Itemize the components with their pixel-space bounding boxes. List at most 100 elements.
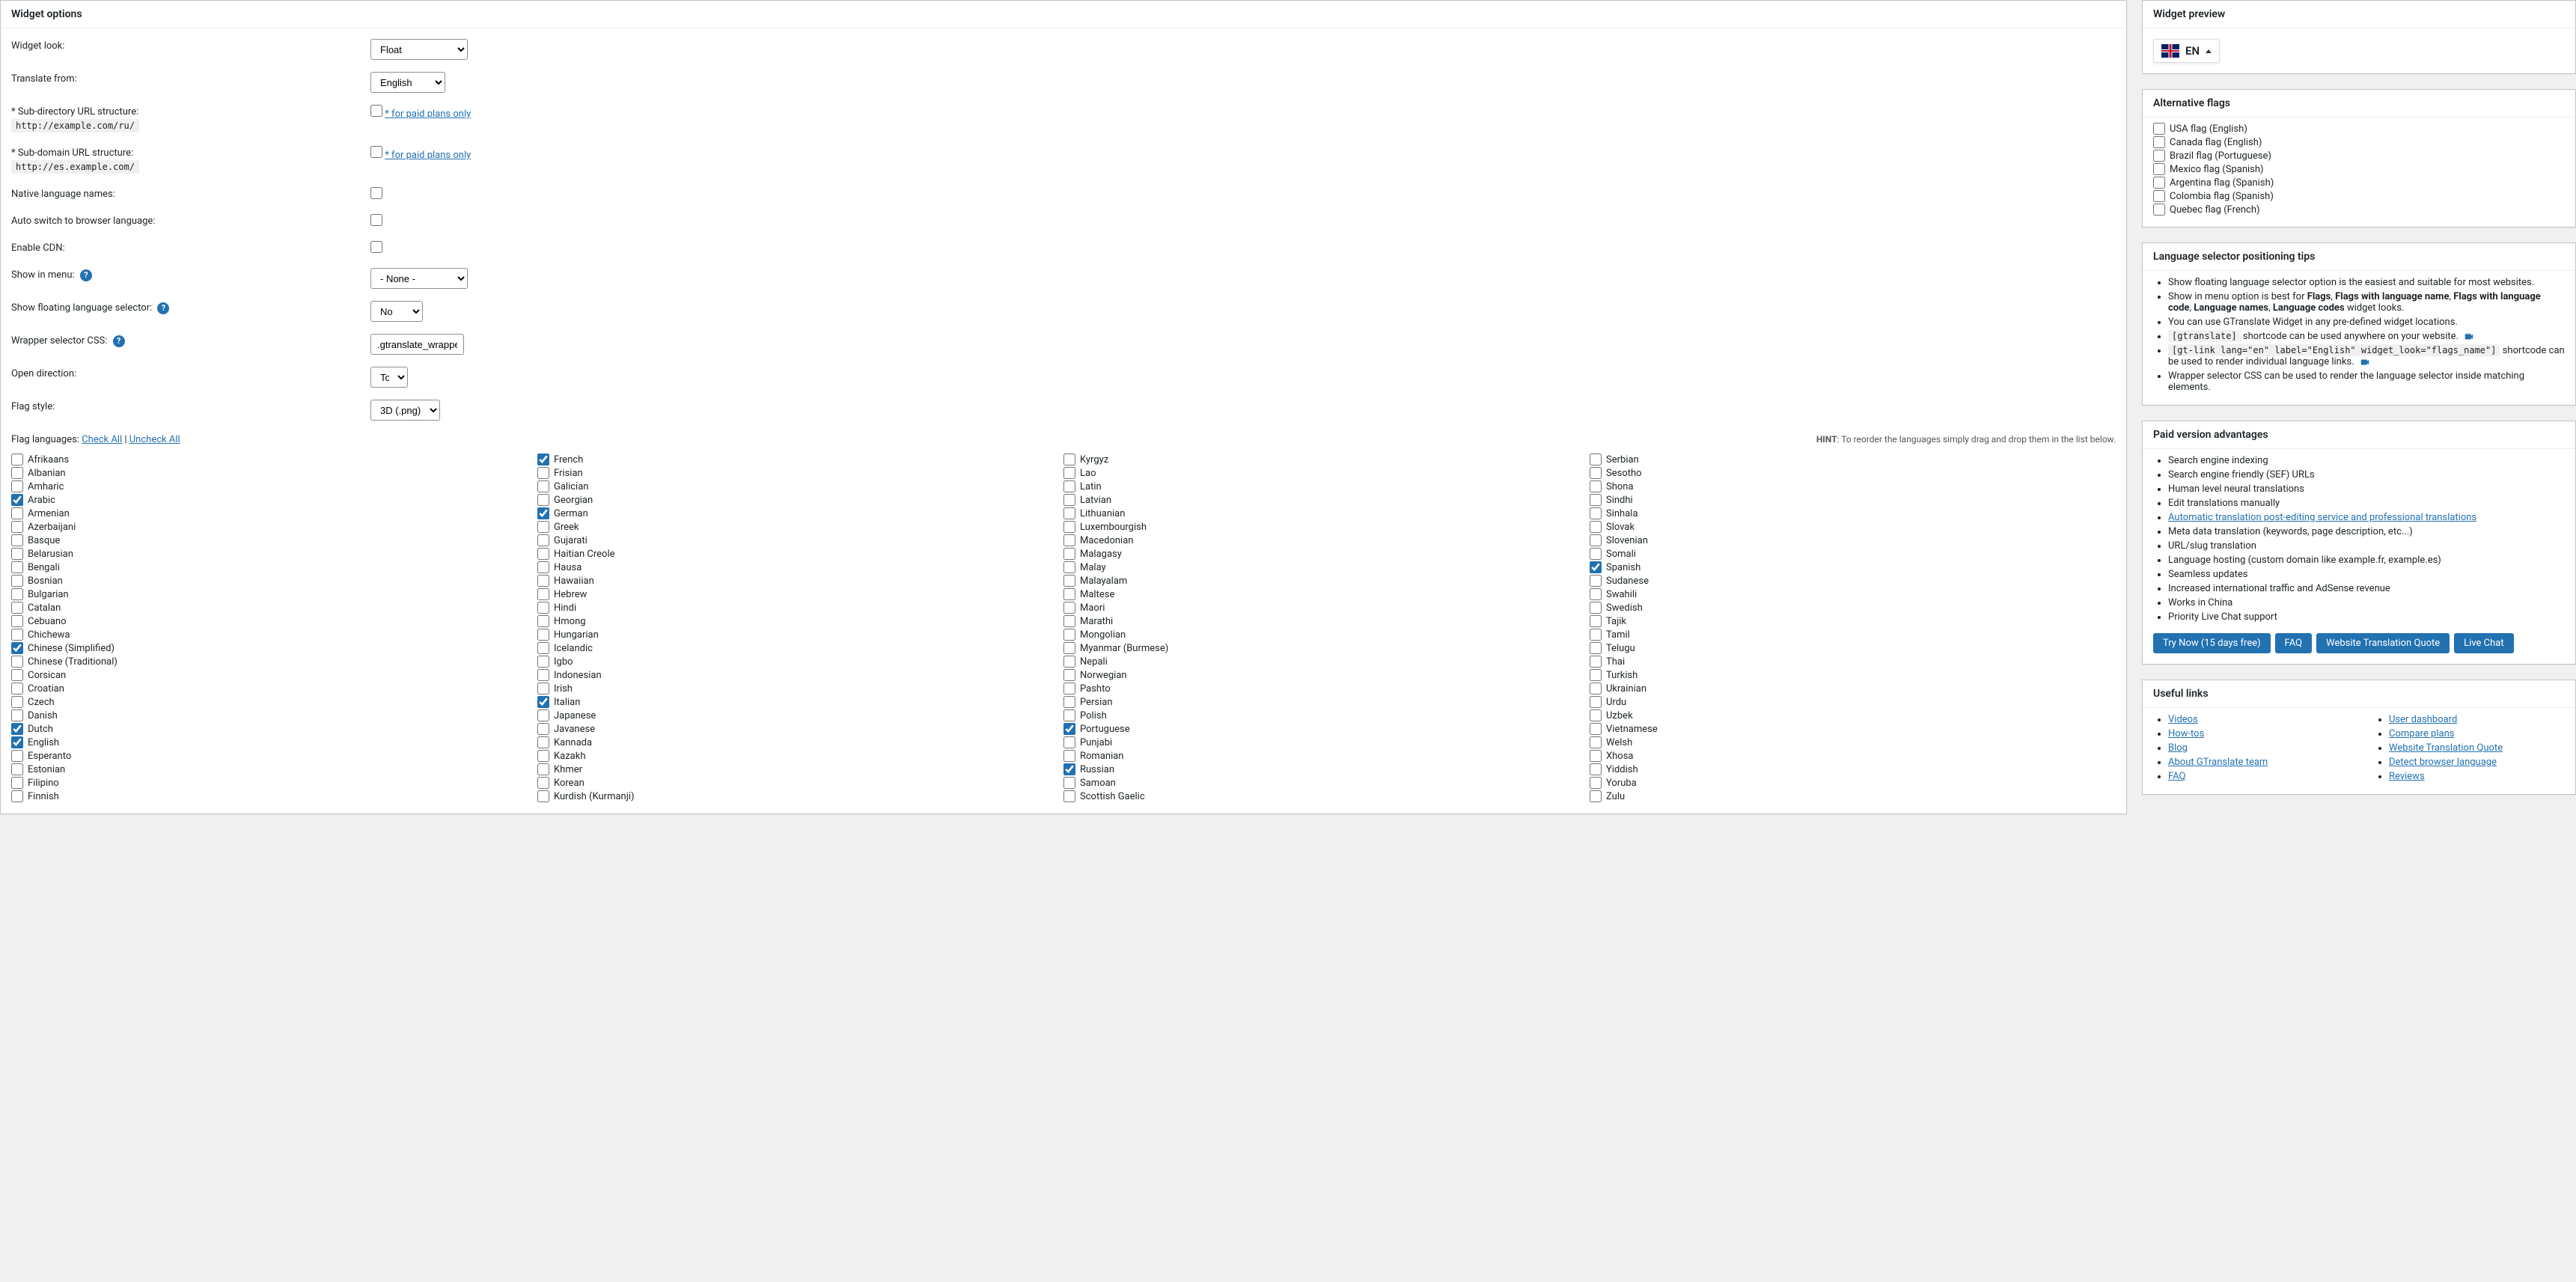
language-checkbox[interactable] <box>1063 561 1075 573</box>
language-item[interactable]: Galician <box>537 480 1063 493</box>
language-item[interactable]: English <box>11 736 537 749</box>
language-item[interactable]: Myanmar (Burmese) <box>1063 641 1590 655</box>
language-checkbox[interactable] <box>537 615 549 627</box>
language-item[interactable]: Hausa <box>537 561 1063 574</box>
language-item[interactable]: Gujarati <box>537 534 1063 547</box>
language-item[interactable]: Welsh <box>1590 736 2116 749</box>
language-checkbox[interactable] <box>1063 642 1075 654</box>
language-checkbox[interactable] <box>11 763 23 775</box>
language-checkbox[interactable] <box>1063 615 1075 627</box>
language-checkbox[interactable] <box>1063 588 1075 600</box>
help-icon[interactable]: ? <box>113 335 125 347</box>
subdomain-url-checkbox[interactable] <box>370 146 382 158</box>
language-item[interactable]: Belarusian <box>11 547 537 561</box>
language-checkbox[interactable] <box>11 548 23 560</box>
language-item[interactable]: Spanish <box>1590 561 2116 574</box>
language-item[interactable]: Croatian <box>11 682 537 695</box>
alt-flag-checkbox[interactable] <box>2153 190 2165 202</box>
language-checkbox[interactable] <box>1590 467 1602 479</box>
help-icon[interactable]: ? <box>157 302 169 314</box>
language-checkbox[interactable] <box>537 602 549 614</box>
language-checkbox[interactable] <box>11 521 23 533</box>
help-icon[interactable]: ? <box>80 269 92 281</box>
translate-from-select[interactable]: English <box>370 72 445 93</box>
language-checkbox[interactable] <box>11 669 23 681</box>
language-item[interactable]: Malagasy <box>1063 547 1590 561</box>
language-checkbox[interactable] <box>1063 777 1075 789</box>
subdomain-paid-link[interactable]: * for paid plans only <box>385 150 471 161</box>
language-checkbox[interactable] <box>537 575 549 587</box>
alt-flag-item[interactable]: Colombia flag (Spanish) <box>2153 189 2565 203</box>
language-checkbox[interactable] <box>1063 467 1075 479</box>
language-checkbox[interactable] <box>11 629 23 641</box>
language-item[interactable]: Malay <box>1063 561 1590 574</box>
language-item[interactable]: Zulu <box>1590 790 2116 803</box>
alt-flag-item[interactable]: Canada flag (English) <box>2153 135 2565 149</box>
language-item[interactable]: Marathi <box>1063 614 1590 628</box>
language-item[interactable]: Punjabi <box>1063 736 1590 749</box>
language-item[interactable]: Hmong <box>537 614 1063 628</box>
language-checkbox[interactable] <box>11 494 23 506</box>
useful-link[interactable]: Blog <box>2168 742 2188 754</box>
language-item[interactable]: Lao <box>1063 466 1590 480</box>
action-button[interactable]: Website Translation Quote <box>2316 633 2450 653</box>
language-item[interactable]: Igbo <box>537 655 1063 668</box>
useful-link[interactable]: About GTranslate team <box>2168 757 2268 768</box>
language-item[interactable]: Samoan <box>1063 776 1590 790</box>
language-item[interactable]: Latin <box>1063 480 1590 493</box>
uncheck-all-link[interactable]: Uncheck All <box>129 434 180 445</box>
language-checkbox[interactable] <box>537 723 549 735</box>
language-item[interactable]: Macedonian <box>1063 534 1590 547</box>
language-checkbox[interactable] <box>1590 656 1602 668</box>
language-checkbox[interactable] <box>1590 629 1602 641</box>
language-checkbox[interactable] <box>537 709 549 721</box>
native-names-checkbox[interactable] <box>370 187 382 199</box>
language-item[interactable]: Swedish <box>1590 601 2116 614</box>
language-checkbox[interactable] <box>11 602 23 614</box>
language-checkbox[interactable] <box>1590 763 1602 775</box>
language-checkbox[interactable] <box>537 750 549 762</box>
alt-flag-item[interactable]: Mexico flag (Spanish) <box>2153 162 2565 176</box>
widget-preview-button[interactable]: EN <box>2153 39 2220 63</box>
language-item[interactable]: Chinese (Traditional) <box>11 655 537 668</box>
language-item[interactable]: Hungarian <box>537 628 1063 641</box>
language-checkbox[interactable] <box>11 709 23 721</box>
language-item[interactable]: Portuguese <box>1063 722 1590 736</box>
language-checkbox[interactable] <box>1590 777 1602 789</box>
language-checkbox[interactable] <box>11 507 23 519</box>
language-checkbox[interactable] <box>1063 534 1075 546</box>
language-checkbox[interactable] <box>1590 723 1602 735</box>
check-all-link[interactable]: Check All <box>82 434 122 445</box>
language-item[interactable]: Somali <box>1590 547 2116 561</box>
language-checkbox[interactable] <box>537 642 549 654</box>
language-item[interactable]: Dutch <box>11 722 537 736</box>
language-item[interactable]: Estonian <box>11 763 537 776</box>
open-direction-select[interactable]: Top <box>370 367 408 388</box>
language-item[interactable]: Frisian <box>537 466 1063 480</box>
useful-link[interactable]: Website Translation Quote <box>2389 742 2503 754</box>
language-checkbox[interactable] <box>1063 750 1075 762</box>
language-checkbox[interactable] <box>1063 723 1075 735</box>
language-item[interactable]: Korean <box>537 776 1063 790</box>
alt-flag-item[interactable]: Quebec flag (French) <box>2153 203 2565 216</box>
language-item[interactable]: Icelandic <box>537 641 1063 655</box>
wrapper-css-input[interactable] <box>370 334 464 355</box>
language-item[interactable]: Hebrew <box>537 587 1063 601</box>
language-checkbox[interactable] <box>11 723 23 735</box>
language-checkbox[interactable] <box>537 467 549 479</box>
language-item[interactable]: Polish <box>1063 709 1590 722</box>
language-item[interactable]: Telugu <box>1590 641 2116 655</box>
language-item[interactable]: Shona <box>1590 480 2116 493</box>
alt-flag-checkbox[interactable] <box>2153 150 2165 162</box>
language-checkbox[interactable] <box>1590 507 1602 519</box>
language-item[interactable]: Turkish <box>1590 668 2116 682</box>
language-item[interactable]: Lithuanian <box>1063 507 1590 520</box>
language-checkbox[interactable] <box>11 480 23 492</box>
language-item[interactable]: Luxembourgish <box>1063 520 1590 534</box>
language-item[interactable]: Cebuano <box>11 614 537 628</box>
language-checkbox[interactable] <box>1063 507 1075 519</box>
language-item[interactable]: Malayalam <box>1063 574 1590 587</box>
language-item[interactable]: Catalan <box>11 601 537 614</box>
language-item[interactable]: Bengali <box>11 561 537 574</box>
language-item[interactable]: Maori <box>1063 601 1590 614</box>
